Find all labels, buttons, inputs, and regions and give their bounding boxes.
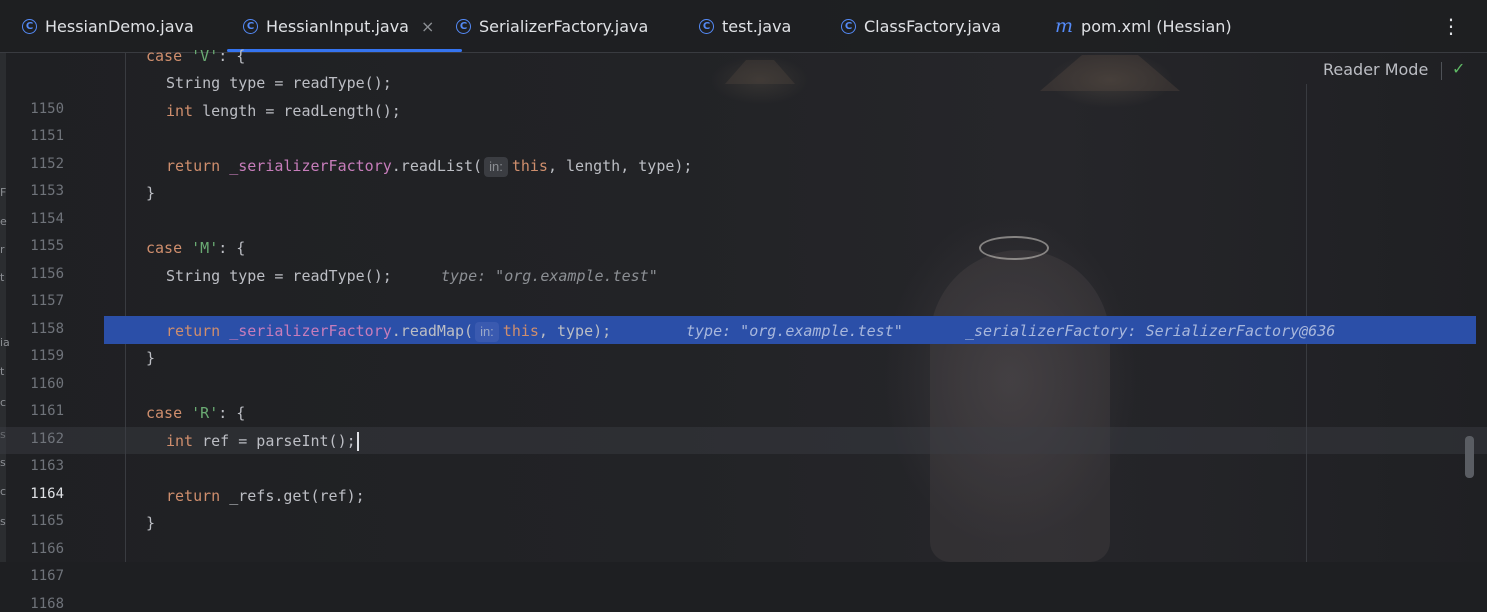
parameter-hint: in: xyxy=(484,157,508,177)
code-text: length = readLength(); xyxy=(193,102,401,120)
code-line[interactable]: String type = readType(); type: "org.exa… xyxy=(0,263,1487,290)
keyword: this xyxy=(502,322,539,340)
code-line[interactable]: int length = readLength(); xyxy=(0,98,1487,125)
code-text: } xyxy=(146,349,156,367)
method-call: .readList( xyxy=(391,157,483,175)
code-text: String type = readType(); xyxy=(166,74,392,92)
code-text: } xyxy=(146,514,156,532)
debugger-inline-value: type: "org.example.test" xyxy=(686,322,903,340)
reader-mode-toggle[interactable]: Reader Mode xyxy=(1323,60,1428,79)
class-icon: C xyxy=(456,18,471,34)
tab-label: pom.xml (Hessian) xyxy=(1081,16,1232,36)
code-editor[interactable]: 1150 1151 1152 1153 1154 1155 1156 1157 … xyxy=(0,47,1487,612)
keyword: return xyxy=(166,157,221,175)
more-tabs-icon[interactable]: ⋮ xyxy=(1441,14,1461,38)
keyword: int xyxy=(166,102,194,120)
close-icon[interactable]: × xyxy=(421,17,434,36)
class-icon: C xyxy=(841,18,856,34)
code-text: : { xyxy=(218,47,246,65)
debugger-inline-value: type: "org.example.test" xyxy=(441,267,658,285)
keyword: return xyxy=(166,322,221,340)
code-text: , length, type); xyxy=(547,157,693,175)
code-text: , type); xyxy=(538,322,612,340)
class-icon: C xyxy=(243,18,258,34)
code-line[interactable]: } xyxy=(0,180,1487,207)
tab-label: SerializerFactory.java xyxy=(479,16,649,36)
tab-label: test.java xyxy=(722,16,792,36)
string-literal: 'R' xyxy=(191,404,219,422)
tab-label: HessianInput.java xyxy=(266,16,409,36)
keyword: case xyxy=(146,404,183,422)
keyword: return xyxy=(166,487,221,505)
line-number: 1168 xyxy=(30,596,64,612)
code-line[interactable]: } xyxy=(0,510,1487,537)
field-reference: _serializerFactory xyxy=(229,157,392,175)
code-text: ref = parseInt(); xyxy=(193,432,356,450)
class-icon: C xyxy=(699,18,714,34)
code-line-execution-point[interactable]: return _serializerFactory.readMap(in: thi… xyxy=(0,318,1487,345)
field-reference: _serializerFactory xyxy=(229,322,392,340)
debugger-inline-value: _serializerFactory: SerializerFactory@63… xyxy=(965,322,1336,340)
code-line[interactable]: case 'V': { xyxy=(0,43,1487,70)
string-literal: 'V' xyxy=(191,47,219,65)
divider xyxy=(1441,62,1442,80)
code-text: String type = readType(); xyxy=(166,267,392,285)
maven-icon: m xyxy=(1055,15,1074,37)
code-line[interactable]: case 'R': { xyxy=(0,400,1487,427)
code-line-current[interactable]: int ref = parseInt(); xyxy=(0,428,1487,455)
text-caret xyxy=(356,432,359,451)
code-line[interactable]: return _refs.get(ref); xyxy=(0,483,1487,510)
keyword: case xyxy=(146,239,183,257)
keyword: int xyxy=(166,432,194,450)
code-line[interactable]: case 'M': { xyxy=(0,235,1487,262)
code-line[interactable]: String type = readType(); xyxy=(0,70,1487,97)
string-literal: 'M' xyxy=(191,239,219,257)
code-text: _refs.get(ref); xyxy=(220,487,365,505)
parameter-hint: in: xyxy=(475,322,499,342)
vertical-scrollbar-thumb[interactable] xyxy=(1465,436,1474,478)
check-icon[interactable]: ✓ xyxy=(1452,59,1465,78)
tab-label: HessianDemo.java xyxy=(45,16,194,36)
code-line[interactable]: } xyxy=(0,345,1487,372)
keyword: this xyxy=(511,157,548,175)
code-line[interactable]: return _serializerFactory.readList(in: th… xyxy=(0,153,1487,180)
code-text: } xyxy=(146,184,156,202)
tab-label: ClassFactory.java xyxy=(864,16,1001,36)
keyword: case xyxy=(146,47,183,65)
method-call: .readMap( xyxy=(391,322,474,340)
code-text: : { xyxy=(218,239,246,257)
code-text: : { xyxy=(218,404,246,422)
class-icon: C xyxy=(22,18,37,34)
